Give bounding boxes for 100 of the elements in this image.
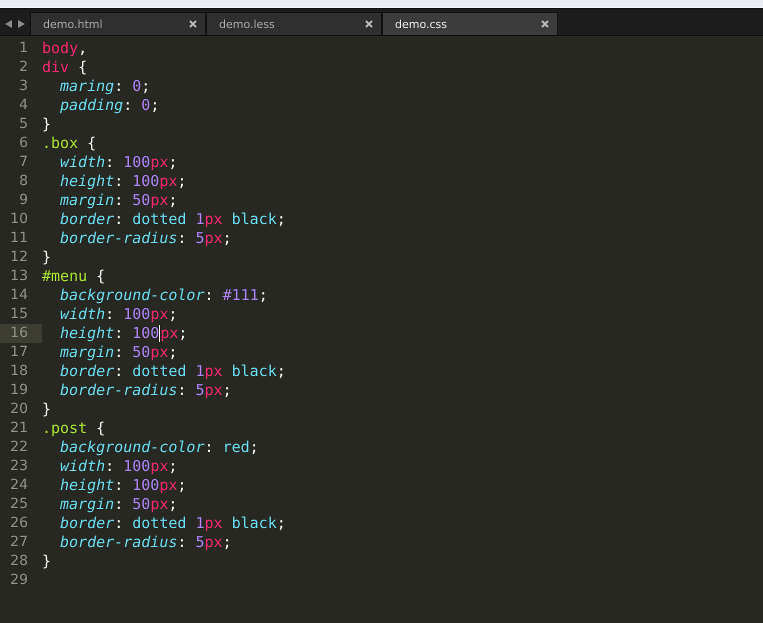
css-number: 100 (132, 172, 160, 191)
punctuation: { (77, 58, 88, 77)
line-number: 11 (9, 229, 29, 248)
line-number: 15 (9, 305, 29, 324)
css-selector: body (42, 39, 78, 58)
line-number: 20 (9, 400, 29, 419)
punctuation: ; (168, 343, 178, 362)
css-unit: px (150, 153, 168, 172)
punctuation: : (114, 324, 124, 343)
punctuation: , (78, 39, 88, 58)
punctuation: ; (276, 362, 286, 381)
line-number: 25 (9, 495, 29, 514)
css-value: dotted (132, 514, 186, 533)
css-number: 100 (132, 476, 160, 495)
css-property: border-radius (60, 533, 178, 552)
line-number: 6 (18, 134, 29, 153)
file-tab[interactable]: demo.css (382, 12, 558, 35)
css-property: border (60, 514, 114, 533)
punctuation: } (42, 400, 52, 419)
punctuation: : (177, 533, 188, 552)
line-number: 19 (9, 381, 29, 400)
css-number: 1 (194, 362, 204, 381)
punctuation: { (95, 419, 106, 438)
css-property: width (60, 457, 106, 476)
punctuation: ; (177, 476, 186, 495)
close-icon[interactable] (189, 20, 197, 28)
css-value: dotted (132, 362, 186, 381)
line-number: 18 (9, 362, 29, 381)
line-number: 16 (0, 324, 42, 343)
css-value: black (230, 210, 277, 229)
css-property: width (60, 305, 106, 324)
line-number: 3 (18, 77, 29, 96)
css-unit: px (150, 305, 168, 324)
line-number: 22 (9, 438, 29, 457)
punctuation: } (42, 552, 52, 571)
css-unit: px (150, 343, 168, 362)
css-number: 1 (194, 514, 204, 533)
css-unit: px (159, 172, 178, 191)
punctuation: : (105, 305, 116, 324)
css-property: border (60, 362, 114, 381)
line-number: 17 (9, 343, 29, 362)
css-unit: px (204, 362, 223, 381)
line-number: 24 (9, 476, 29, 495)
punctuation: ; (258, 286, 268, 305)
css-property: padding (60, 96, 124, 115)
css-value: dotted (132, 210, 186, 229)
css-number: 1 (194, 210, 204, 229)
css-number: 100 (132, 324, 160, 343)
punctuation: ; (141, 77, 150, 96)
css-unit: px (204, 533, 223, 552)
punctuation: : (114, 343, 124, 362)
line-number: 9 (18, 191, 29, 210)
punctuation: { (95, 267, 106, 286)
punctuation: ; (168, 495, 178, 514)
text-cursor (159, 325, 160, 342)
css-property: height (60, 172, 114, 191)
css-selector: #menu (42, 267, 88, 286)
css-property: width (60, 153, 106, 172)
close-icon[interactable] (541, 20, 549, 28)
line-number: 7 (18, 153, 29, 172)
css-property: border-radius (60, 229, 178, 248)
punctuation: : (105, 457, 116, 476)
css-value: black (230, 362, 277, 381)
css-number: 0 (141, 96, 150, 115)
punctuation: ; (178, 324, 188, 343)
css-property: background-color (60, 438, 204, 457)
line-number: 26 (9, 514, 29, 533)
css-property: margin (60, 343, 114, 362)
file-tab[interactable]: demo.html (30, 12, 206, 35)
css-property: border (60, 210, 114, 229)
punctuation: ; (250, 438, 259, 457)
line-number: 4 (18, 96, 29, 115)
css-number: #111 (222, 286, 259, 305)
punctuation: : (114, 476, 124, 495)
line-number: 8 (18, 172, 29, 191)
line-number: 21 (9, 419, 29, 438)
css-number: 100 (123, 153, 150, 172)
css-property: maring (60, 77, 114, 96)
css-property: margin (60, 495, 114, 514)
punctuation: : (204, 438, 215, 457)
line-number: 29 (9, 571, 29, 590)
css-unit: px (150, 191, 168, 210)
punctuation: } (42, 115, 52, 134)
css-number: 0 (132, 77, 142, 96)
css-number: 5 (195, 229, 204, 248)
punctuation: : (204, 286, 215, 305)
file-tab[interactable]: demo.less (206, 12, 382, 35)
css-value: red (222, 438, 250, 457)
punctuation: ; (150, 96, 160, 115)
left-arrow-icon[interactable] (5, 20, 12, 28)
punctuation: ; (168, 305, 178, 324)
css-selector: div (42, 58, 70, 77)
css-number: 50 (132, 495, 150, 514)
css-selector: .box (42, 134, 78, 153)
line-number: 27 (9, 533, 29, 552)
right-arrow-icon[interactable] (18, 20, 25, 28)
close-icon[interactable] (365, 20, 373, 28)
punctuation: ; (177, 172, 186, 191)
css-value: black (230, 514, 277, 533)
punctuation: : (114, 210, 124, 229)
